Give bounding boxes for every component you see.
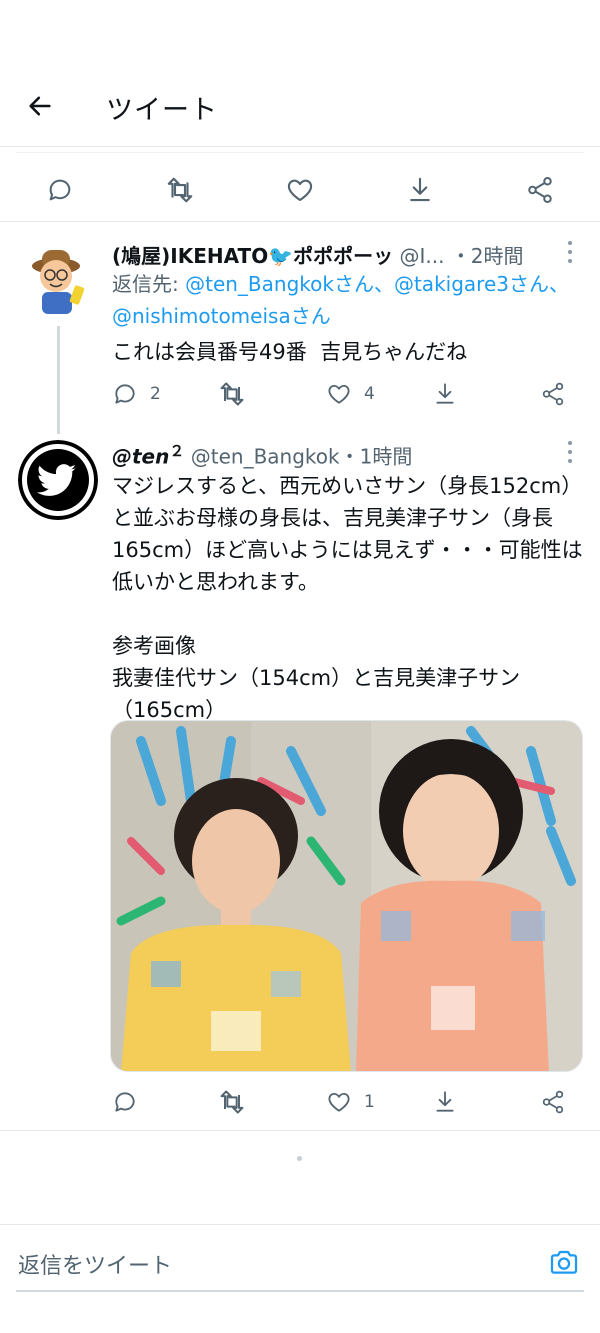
reply-count: 2 — [150, 384, 161, 404]
user-handle[interactable]: @ten_Bangkok — [191, 445, 340, 469]
divider — [0, 1130, 600, 1131]
reply-composer-bar: 返信をツイート — [0, 1224, 600, 1304]
avatar[interactable] — [18, 238, 98, 318]
tweet-header: (鳩屋)IKEHATO🐦ポポポーッ @I... ・2時間 — [112, 240, 524, 269]
reply-icon — [115, 384, 135, 404]
camera-icon[interactable] — [546, 1244, 582, 1280]
reply-icon — [115, 1092, 135, 1112]
like-icon[interactable] — [280, 170, 320, 210]
reply-button[interactable]: 2 — [112, 374, 161, 414]
bookmark-button[interactable] — [432, 1082, 458, 1122]
thread-line — [57, 326, 60, 434]
bookmark-button[interactable] — [432, 374, 458, 414]
display-name[interactable]: (鳩屋)IKEHATO — [112, 244, 268, 268]
share-icon — [542, 1090, 564, 1114]
retweet-icon — [220, 1090, 244, 1114]
loading-indicator — [297, 1156, 302, 1161]
like-button[interactable]: 1 — [326, 1082, 375, 1122]
tweet-time: ・2時間 — [450, 244, 524, 268]
retweet-icon — [220, 382, 244, 406]
bookmark-download-icon[interactable] — [400, 170, 440, 210]
reply-to-line: 返信先: @ten_Bangkokさん、@takigare3さん、 @nishim… — [112, 268, 572, 332]
share-button[interactable] — [540, 1082, 566, 1122]
reply-button[interactable] — [112, 1082, 150, 1122]
twitter-bird-icon — [18, 440, 98, 520]
share-icon[interactable] — [520, 170, 560, 210]
divider — [0, 146, 600, 147]
bookmark-download-icon — [436, 383, 454, 404]
like-button[interactable]: 4 — [326, 374, 375, 414]
top-header: ツイート — [0, 62, 600, 146]
retweet-button[interactable] — [218, 1082, 258, 1122]
display-name[interactable]: @ten — [112, 445, 169, 469]
reply-to-label: 返信先: — [112, 272, 186, 296]
like-count: 4 — [364, 384, 375, 404]
tweet-action-bar: 2 4 — [112, 374, 582, 414]
user-handle[interactable]: @I... — [399, 244, 444, 268]
divider — [0, 221, 600, 222]
more-icon[interactable] — [565, 441, 575, 463]
display-name-superscript: ２ — [169, 442, 185, 460]
tweet-text: これは会員番号49番 吉見ちゃんだね — [112, 340, 468, 364]
input-underline — [16, 1290, 584, 1292]
divider — [16, 152, 584, 153]
bookmark-download-icon — [436, 1091, 454, 1112]
tweet-time: ・1時間 — [339, 444, 413, 469]
retweet-icon[interactable] — [160, 170, 200, 210]
reply-to-user-link[interactable]: @nishimotomeisaさん — [112, 304, 331, 328]
like-icon — [328, 1092, 350, 1112]
more-icon[interactable] — [565, 241, 575, 263]
share-button[interactable] — [540, 374, 566, 414]
reply-input[interactable]: 返信をツイート — [18, 1248, 172, 1280]
tweet-action-bar: 1 — [112, 1082, 582, 1122]
back-arrow-icon[interactable] — [22, 88, 58, 124]
like-icon — [328, 384, 350, 404]
display-name-suffix: ポポポーッ — [293, 244, 394, 268]
reply-to-user-link[interactable]: @takigare3さん、 — [394, 272, 569, 296]
reply-to-user-link[interactable]: @ten_Bangkokさん、 — [185, 272, 394, 296]
parent-tweet-action-bar — [0, 160, 600, 216]
tweet-media-image[interactable] — [110, 720, 583, 1072]
tweet-text: マジレスすると、西元めいさサン（身長152cm）と並ぶお母様の身長は、吉見美津子… — [112, 474, 583, 722]
retweet-button[interactable] — [218, 374, 258, 414]
avatar[interactable] — [18, 440, 98, 520]
page-title: ツイート — [106, 95, 218, 126]
reply-icon[interactable] — [40, 170, 80, 210]
like-count: 1 — [364, 1092, 375, 1112]
bird-emoji: 🐦 — [268, 244, 294, 268]
tweet-header: @ten２ @ten_Bangkok・1時間 — [112, 440, 412, 470]
share-icon — [542, 382, 564, 406]
